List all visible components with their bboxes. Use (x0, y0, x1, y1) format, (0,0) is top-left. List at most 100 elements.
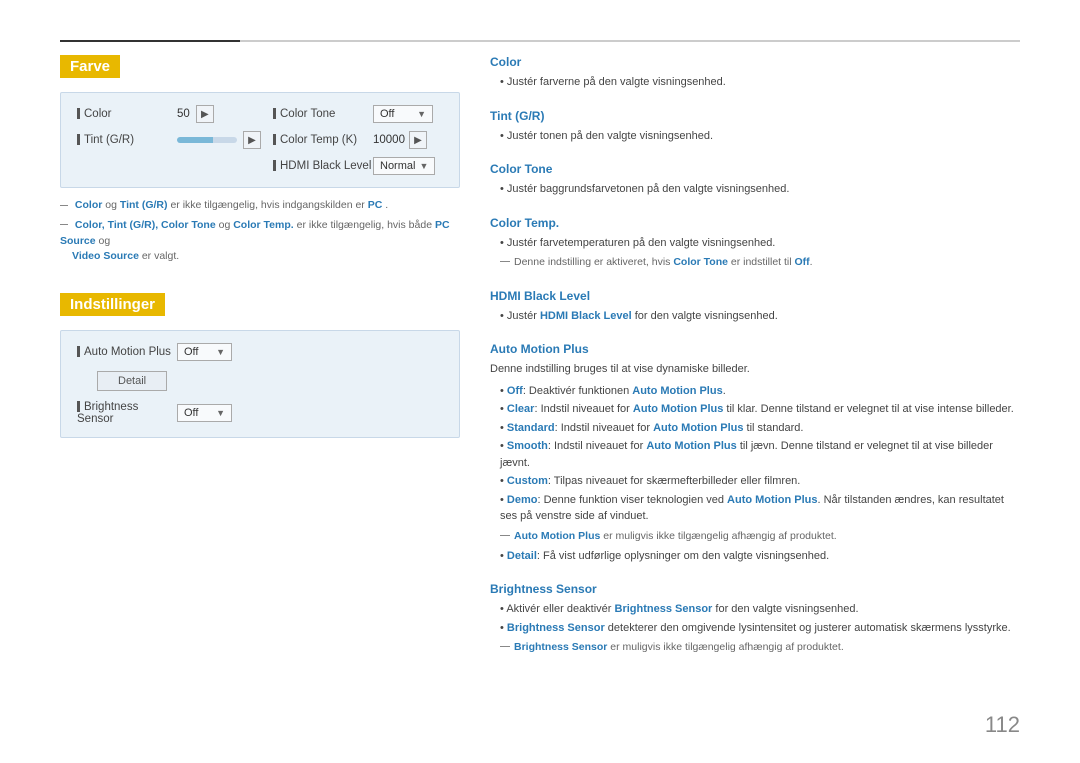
right-brightness-body: Aktivér eller deaktivér Brightness Senso… (490, 601, 1020, 656)
right-automotion-body: Denne indstilling bruges til at vise dyn… (490, 361, 1020, 564)
right-automotion-item4: Custom: Tilpas niveauet for skærmefterbi… (500, 473, 1020, 490)
right-brightness-item1: Brightness Sensor detekterer den omgiven… (500, 620, 1020, 637)
note2-videosource: Video Source (72, 250, 139, 262)
right-hdmi-body: Justér HDMI Black Level for den valgte v… (490, 308, 1020, 325)
right-colortone-body: Justér baggrundsfarvetonen på den valgte… (490, 181, 1020, 198)
automotion-note-dash (500, 535, 510, 536)
hdmi-dropdown[interactable]: Normal ▼ (373, 157, 435, 175)
tint-slider[interactable] (177, 137, 237, 143)
color-arrow-btn[interactable]: ▶ (196, 105, 214, 123)
color-tone-dropdown[interactable]: Off ▼ (373, 105, 433, 123)
right-automotion-title: Auto Motion Plus (490, 342, 1020, 356)
color-value: 50 (177, 108, 190, 120)
right-tint-section: Tint (G/R) Justér tonen på den valgte vi… (490, 109, 1020, 145)
hdmi-bar (273, 160, 276, 171)
right-color-body: Justér farverne på den valgte visningsen… (490, 74, 1020, 91)
right-colortemp-section: Color Temp. Justér farvetemperaturen på … (490, 216, 1020, 271)
note1-tint: Tint (G/R) (120, 199, 168, 211)
indstillinger-settings-box: Auto Motion Plus Off ▼ Detail Brightness… (60, 330, 460, 438)
farve-right-col: Color Tone Off ▼ Color Temp (K) 10000 ▶ (261, 105, 443, 175)
right-brightness-item0: Aktivér eller deaktivér Brightness Senso… (500, 601, 1020, 618)
right-brightness-section: Brightness Sensor Aktivér eller deaktivé… (490, 582, 1020, 656)
note1-color: Color (75, 199, 102, 211)
note2-color: Color, Tint (G/R), Color Tone (75, 219, 216, 231)
color-tone-value: Off (380, 108, 394, 120)
right-automotion-item1: Clear: Indstil niveauet for Auto Motion … (500, 401, 1020, 418)
right-colortemp-body: Justér farvetemperaturen på den valgte v… (490, 235, 1020, 271)
brightness-chevron: ▼ (216, 408, 225, 418)
right-automotion-item5: Demo: Denne funktion viser teknologien v… (500, 492, 1020, 525)
auto-motion-bar (77, 346, 80, 357)
right-tint-title: Tint (G/R) (490, 109, 1020, 123)
auto-motion-value: Off (184, 346, 198, 358)
tint-arrow-btn[interactable]: ▶ (243, 131, 261, 149)
hdmi-value: Normal (380, 160, 415, 172)
right-color-title: Color (490, 55, 1020, 69)
auto-motion-chevron: ▼ (216, 347, 225, 357)
right-colortone-item: Justér baggrundsfarvetonen på den valgte… (500, 181, 1020, 198)
farve-settings-box: Color 50 ▶ Tint (G/R) ▶ (60, 92, 460, 188)
note2-colortemp: Color Temp. (233, 219, 293, 231)
auto-motion-dropdown[interactable]: Off ▼ (177, 343, 232, 361)
colortemp-note-dash (500, 261, 510, 262)
right-colortone-title: Color Tone (490, 162, 1020, 176)
colortemp-note-offbold: Off (795, 256, 810, 268)
right-tint-item: Justér tonen på den valgte visningsenhed… (500, 128, 1020, 145)
hdmi-chevron: ▼ (419, 161, 428, 171)
right-colortemp-title: Color Temp. (490, 216, 1020, 230)
color-temp-bar (273, 134, 276, 145)
right-hdmi-title: HDMI Black Level (490, 289, 1020, 303)
right-colortemp-item: Justér farvetemperaturen på den valgte v… (500, 235, 1020, 252)
note1-dash (60, 205, 68, 206)
indstillinger-section: Indstillinger Auto Motion Plus Off ▼ Det… (60, 293, 460, 438)
farve-left-col: Color 50 ▶ Tint (G/R) ▶ (77, 105, 261, 175)
colortemp-note: Denne indstilling er aktiveret, hvis Col… (490, 254, 1020, 271)
brightness-dropdown[interactable]: Off ▼ (177, 404, 232, 422)
indstillinger-title: Indstillinger (60, 293, 165, 316)
right-automotion-item0: Off: Deaktivér funktionen Auto Motion Pl… (500, 383, 1020, 400)
color-temp-row: Color Temp (K) 10000 ▶ (273, 131, 443, 149)
hdmi-label: HDMI Black Level (273, 160, 373, 172)
right-automotion-section: Auto Motion Plus Denne indstilling bruge… (490, 342, 1020, 564)
tint-bar (77, 134, 80, 145)
automotion-note: Auto Motion Plus er muligvis ikke tilgæn… (490, 528, 1020, 545)
top-border (60, 40, 1020, 42)
farve-grid: Color 50 ▶ Tint (G/R) ▶ (77, 105, 443, 175)
right-hdmi-bold: HDMI Black Level (540, 310, 632, 322)
right-hdmi-item: Justér HDMI Black Level for den valgte v… (500, 308, 1020, 325)
page-number: 112 (985, 712, 1020, 738)
right-tint-body: Justér tonen på den valgte visningsenhed… (490, 128, 1020, 145)
right-automotion-item2: Standard: Indstil niveauet for Auto Moti… (500, 420, 1020, 437)
right-color-item: Justér farverne på den valgte visningsen… (500, 74, 1020, 91)
color-tone-label: Color Tone (273, 108, 373, 120)
color-temp-arrow-btn[interactable]: ▶ (409, 131, 427, 149)
note1-pc: PC (368, 199, 383, 211)
color-tone-row: Color Tone Off ▼ (273, 105, 443, 123)
tint-row: Tint (G/R) ▶ (77, 131, 261, 149)
right-color-section: Color Justér farverne på den valgte visn… (490, 55, 1020, 91)
brightness-note-dash (500, 646, 510, 647)
note2-dash (60, 224, 68, 225)
brightness-label: Brightness Sensor (77, 401, 177, 425)
brightness-value: Off (184, 407, 198, 419)
farve-title: Farve (60, 55, 120, 78)
farve-note1: Color og Tint (G/R) er ikke tilgængelig,… (60, 198, 460, 214)
left-panel: Farve Color 50 ▶ Tint (G/R) (60, 55, 460, 448)
color-tone-bar (273, 108, 276, 119)
color-label: Color (77, 108, 177, 120)
tint-label: Tint (G/R) (77, 134, 177, 146)
right-hdmi-section: HDMI Black Level Justér HDMI Black Level… (490, 289, 1020, 325)
color-row: Color 50 ▶ (77, 105, 261, 123)
farve-section: Farve Color 50 ▶ Tint (G/R) (60, 55, 460, 265)
brightness-bar (77, 401, 80, 412)
color-tone-chevron: ▼ (417, 109, 426, 119)
detail-button[interactable]: Detail (97, 371, 167, 391)
detail-btn-row: Detail (77, 367, 443, 395)
brightness-row: Brightness Sensor Off ▼ (77, 401, 443, 425)
right-automotion-item3: Smooth: Indstil niveauet for Auto Motion… (500, 438, 1020, 471)
right-automotion-detail: Detail: Få vist udførlige oplysninger om… (500, 548, 1020, 565)
brightness-note: Brightness Sensor er muligvis ikke tilgæ… (490, 639, 1020, 656)
auto-motion-row: Auto Motion Plus Off ▼ (77, 343, 443, 361)
auto-motion-label: Auto Motion Plus (77, 346, 177, 358)
right-colortone-section: Color Tone Justér baggrundsfarvetonen på… (490, 162, 1020, 198)
